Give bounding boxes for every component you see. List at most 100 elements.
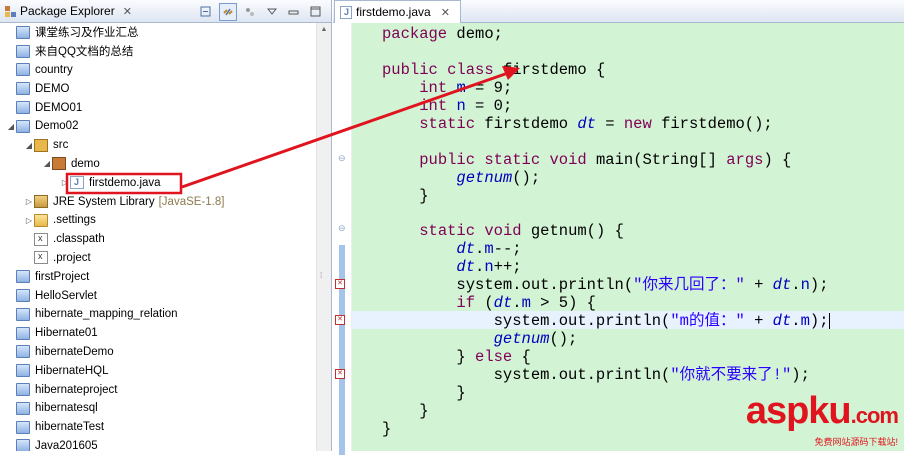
tree-item[interactable]: ◢ src (0, 136, 317, 155)
java-editor: firstdemo.java ✕ ⊖ ⊖ ✕ ✕ ✕ package demo;… (333, 0, 904, 455)
tree-item-label: DEMO (35, 82, 70, 95)
project-icon (16, 289, 30, 303)
tree-item-label: HelloServlet (35, 289, 97, 302)
tree-item-label: firstProject (35, 270, 90, 283)
editor-tab-firstdemo[interactable]: firstdemo.java ✕ (334, 0, 461, 23)
editor-tab-title: firstdemo.java (356, 5, 431, 19)
tree-item-label: 来自QQ文档的总结 (35, 46, 134, 59)
code-token: firstdemo { (493, 60, 606, 79)
tree-item-label: hibernateDemo (35, 345, 114, 358)
code-token: new (623, 114, 652, 133)
tree-item[interactable]: hibernateTest (0, 418, 317, 437)
tree-item[interactable]: hibernateDemo (0, 343, 317, 362)
code-token: void (549, 150, 587, 169)
code-token: ); (809, 276, 829, 295)
tree-item-label: .classpath (53, 233, 105, 246)
tree-item[interactable]: 来自QQ文档的总结 (0, 42, 317, 61)
error-marker-icon[interactable]: ✕ (335, 315, 345, 325)
watermark-brand: aspku.com (745, 390, 899, 432)
tree-item[interactable]: .classpath (0, 230, 317, 249)
code-token: system.out.println( (382, 312, 671, 331)
tree-item[interactable]: 课堂练习及作业汇总 (0, 23, 317, 42)
vertical-scrollbar[interactable]: ▲ ⁞ (316, 23, 331, 451)
code-token: firstdemo (475, 114, 578, 133)
code-token: "你来几回了：" (633, 276, 745, 295)
tree-item[interactable]: country (0, 61, 317, 80)
tree-item[interactable]: HibernateHQL (0, 361, 317, 380)
tree-item[interactable]: HelloServlet (0, 286, 317, 305)
code-token: m (521, 294, 531, 313)
project-icon (16, 63, 30, 77)
error-marker-icon[interactable]: ✕ (335, 369, 345, 379)
link-with-editor-icon[interactable] (219, 3, 237, 21)
tree-item-label: demo (71, 157, 100, 170)
tree-item[interactable]: ◢ demo (0, 155, 317, 174)
tree-item[interactable]: hibernateproject (0, 380, 317, 399)
scroll-grip-icon[interactable]: ⁞ (320, 271, 322, 280)
code-token: dt (493, 294, 513, 313)
project-icon (16, 270, 30, 284)
scroll-up-icon[interactable]: ▲ (317, 23, 331, 37)
tree-item[interactable]: ▷ .settings (0, 211, 317, 230)
code-area[interactable]: package demo; public class firstdemo { in… (352, 23, 904, 451)
expand-toggle-icon[interactable]: ▷ (24, 197, 34, 206)
code-token: m (484, 240, 494, 259)
project-icon (16, 383, 30, 397)
code-line: } (382, 384, 465, 402)
expand-toggle-icon[interactable]: ▷ (24, 216, 34, 225)
code-token: getnum (456, 168, 513, 187)
code-token: "m的值：" (670, 312, 745, 331)
code-line: } else { (382, 348, 531, 367)
tree-item[interactable]: .project (0, 249, 317, 268)
expand-toggle-icon[interactable]: ◢ (42, 159, 52, 168)
expand-toggle-icon[interactable]: ◢ (6, 122, 16, 131)
code-token: static (419, 114, 476, 133)
tree-item-label: HibernateHQL (35, 364, 109, 377)
source-folder-icon (34, 138, 48, 152)
fold-collapse-icon[interactable]: ⊖ (338, 153, 346, 164)
code-token: dt (772, 312, 792, 331)
package-explorer-title: Package Explorer (20, 4, 115, 18)
code-token: { (512, 348, 531, 367)
close-icon[interactable]: ✕ (441, 6, 450, 19)
code-token: m (456, 78, 466, 97)
code-token: package (382, 25, 448, 43)
tree-item-label: 课堂练习及作业汇总 (35, 27, 139, 40)
minimize-icon[interactable] (285, 3, 303, 21)
tree-item[interactable]: hibernatesql (0, 399, 317, 418)
error-marker-icon[interactable]: ✕ (335, 279, 345, 289)
project-icon (16, 439, 30, 451)
tree-item[interactable]: ◢ Demo02 (0, 117, 317, 136)
maximize-icon[interactable] (307, 3, 325, 21)
tree-item-label: .settings (53, 214, 96, 227)
code-token: dt (772, 276, 792, 295)
view-menu-icon[interactable] (263, 3, 281, 21)
tree-item[interactable]: ▷ JRE System Library [JavaSE-1.8] (0, 192, 317, 211)
tree-item[interactable]: Hibernate01 (0, 324, 317, 343)
tree-item[interactable]: DEMO01 (0, 98, 317, 117)
code-token: int (419, 96, 448, 115)
package-explorer-tab[interactable]: Package Explorer ✕ (0, 0, 132, 22)
collapse-all-icon[interactable] (197, 3, 215, 21)
code-token: args (726, 150, 764, 169)
fold-collapse-icon[interactable]: ⊖ (338, 223, 346, 234)
code-line: } (382, 420, 391, 438)
close-icon[interactable]: ✕ (123, 5, 132, 18)
tree-item-label: DEMO01 (35, 101, 83, 114)
code-token: = 9; (465, 78, 513, 97)
tree-item[interactable]: ▷firstdemo.java (0, 173, 317, 192)
tree-item[interactable]: Java201605 (0, 437, 317, 451)
code-token: } (382, 419, 392, 438)
focus-icon[interactable] (241, 3, 259, 21)
tree-item[interactable]: DEMO (0, 79, 317, 98)
expand-toggle-icon[interactable]: ◢ (24, 141, 34, 150)
code-line: getnum(); (382, 169, 540, 187)
tree-item-label: hibernateTest (35, 421, 105, 434)
tree-item[interactable]: hibernate_mapping_relation (0, 305, 317, 324)
code-token: system.out.println( (382, 276, 634, 295)
code-line: getnum(); (382, 330, 578, 348)
tree-item[interactable]: firstProject (0, 267, 317, 286)
